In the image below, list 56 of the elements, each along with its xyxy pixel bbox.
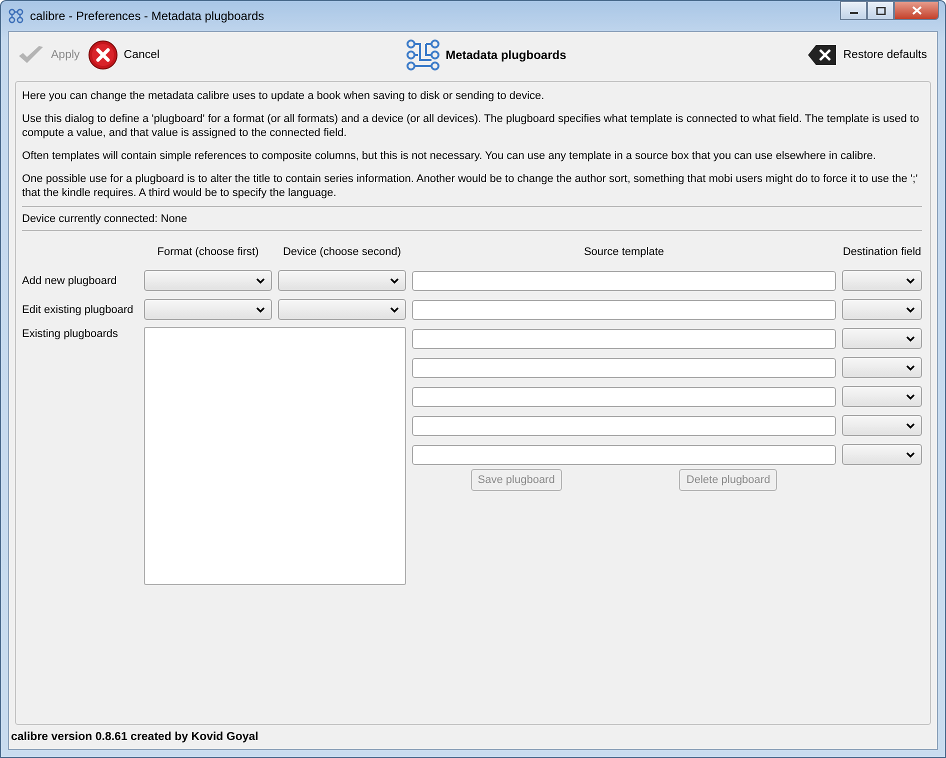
plugboard-icon xyxy=(406,38,440,72)
chevron-down-icon xyxy=(906,336,915,342)
column-header: Device (choose second) xyxy=(282,246,402,258)
description-text: Here you can change the metadata calibre uses to update a book when saving to disk or sending to device. xyxy=(22,89,546,103)
template-field[interactable] xyxy=(412,300,836,320)
description-text: Use this dialog to define a 'plugboard' for a format (or all formats) and a device (or all devices). The plugboard specifies what template is connected to what field. The template is used to compute a value, and that value is assigned to the connected field. xyxy=(22,112,920,140)
dropdown[interactable] xyxy=(842,299,922,320)
dropdown[interactable] xyxy=(278,299,406,320)
device-status: Device currently connected: None xyxy=(22,213,188,225)
template-field[interactable] xyxy=(412,416,836,436)
maximize-button[interactable] xyxy=(867,1,894,20)
dropdown[interactable] xyxy=(842,444,922,465)
column-header: Source template xyxy=(582,246,666,258)
dropdown[interactable] xyxy=(842,270,922,291)
dropdown[interactable] xyxy=(842,415,922,436)
row-label: Add new plugboard xyxy=(22,274,118,286)
chevron-down-icon xyxy=(906,394,915,400)
chevron-down-icon xyxy=(906,422,915,428)
dropdown[interactable] xyxy=(842,328,922,349)
chevron-down-icon xyxy=(906,306,915,312)
chevron-down-icon xyxy=(906,364,915,370)
dropdown[interactable] xyxy=(842,386,922,407)
template-field[interactable] xyxy=(412,328,836,348)
chevron-down-icon xyxy=(390,306,399,312)
dropdown[interactable] xyxy=(278,270,406,291)
plug-icon xyxy=(8,8,24,24)
minimize-button[interactable] xyxy=(840,1,867,20)
chevron-down-icon xyxy=(390,278,399,284)
column-header: Format (choose first) xyxy=(156,246,260,258)
close-button[interactable] xyxy=(894,1,939,20)
description-text: One possible use for a plugboard is to alter the title to contain series information. Another would be to change the author sort, something that mobi users might do to force it to use the ';' that the kindle requires. A third would be to specify the language. xyxy=(22,172,919,200)
maximize-icon xyxy=(876,6,886,14)
window-title: calibre - Preferences - Metadata plugboards xyxy=(30,8,264,22)
chevron-down-icon xyxy=(906,452,915,458)
chevron-down-icon xyxy=(256,278,265,284)
dropdown[interactable] xyxy=(842,357,922,378)
page-title: Metadata plugboards xyxy=(446,48,566,62)
dropdown[interactable] xyxy=(144,270,272,291)
template-field[interactable] xyxy=(412,444,836,464)
close-icon xyxy=(912,6,922,15)
description-text: Often templates will contain simple references to composite columns, but this is not necessary. You can use any template in a source box that you can use elsewhere in calibre. xyxy=(22,149,877,163)
template-field[interactable] xyxy=(412,386,836,406)
status-text: calibre version 0.8.61 created by Kovid Goyal xyxy=(10,730,260,745)
chevron-down-icon xyxy=(906,278,915,284)
backspace-icon xyxy=(807,44,838,66)
chevron-down-icon xyxy=(256,306,265,312)
template-field[interactable] xyxy=(412,358,836,378)
row-label: Edit existing plugboard xyxy=(22,304,134,316)
checkmark-icon xyxy=(17,44,45,66)
template-field[interactable] xyxy=(412,270,836,290)
restore-defaults-button[interactable]: Restore defaults xyxy=(807,44,935,66)
column-header: Destination field xyxy=(842,246,922,258)
dropdown[interactable] xyxy=(144,299,272,320)
cancel-button[interactable]: Cancel xyxy=(88,40,168,70)
cancel-icon xyxy=(88,40,118,70)
row-label: Existing plugboards xyxy=(22,327,120,340)
